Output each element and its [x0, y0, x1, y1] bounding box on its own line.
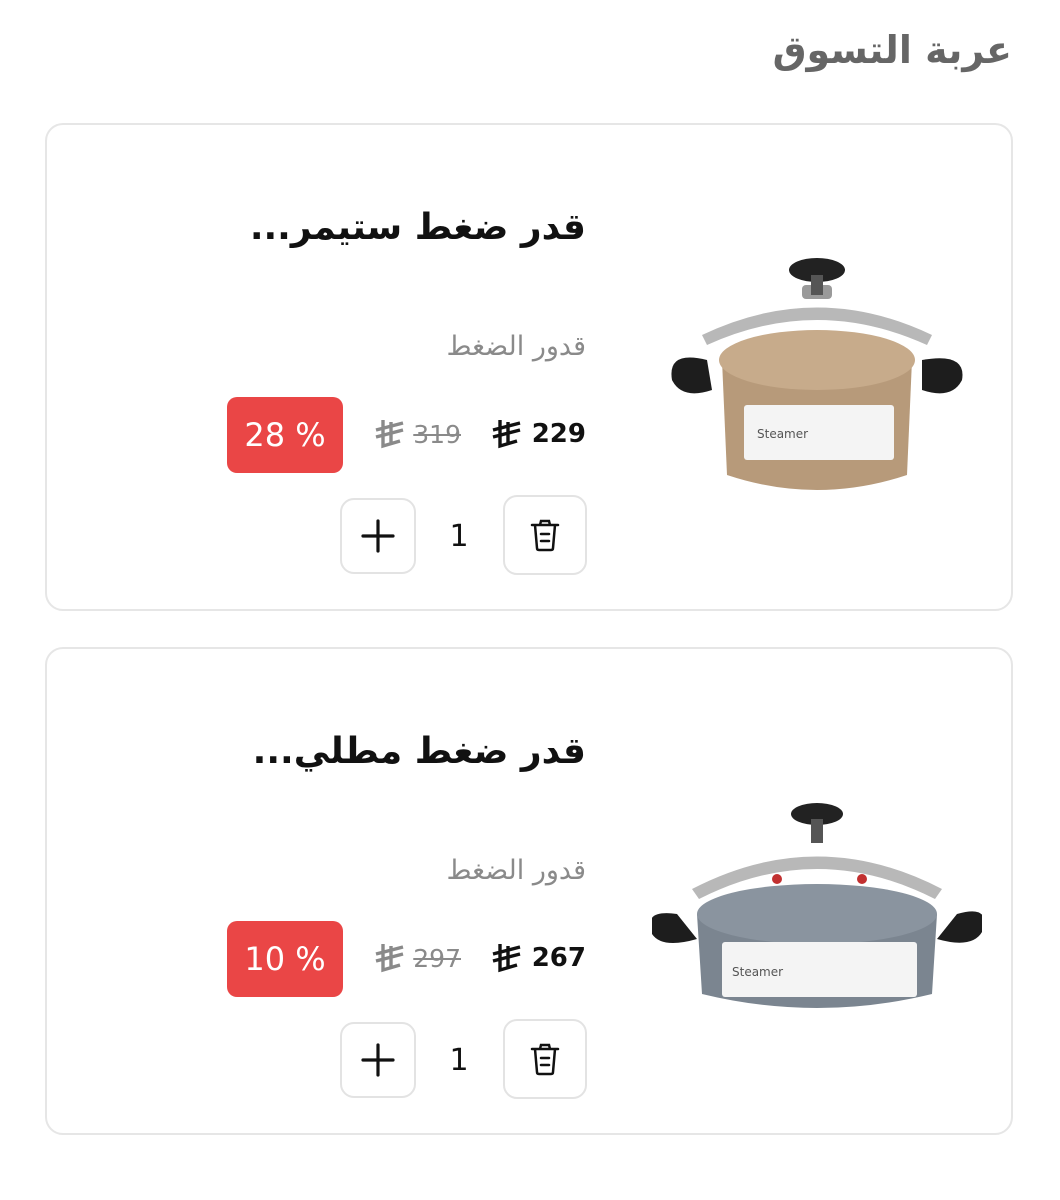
increase-quantity-button[interactable]: [340, 498, 416, 574]
quantity-value: 1: [449, 1043, 469, 1078]
product-category: قدور الضغط: [446, 855, 586, 886]
discount-badge: % 10: [227, 921, 343, 997]
product-title[interactable]: قدر ضغط مطلي...: [253, 731, 586, 772]
image-brand-text: Steamer: [757, 427, 808, 441]
old-price: 319: [373, 418, 461, 450]
product-image[interactable]: Steamer: [652, 240, 982, 510]
delete-button[interactable]: [503, 1019, 587, 1099]
increase-quantity-button[interactable]: [340, 1022, 416, 1098]
product-category: قدور الضغط: [446, 331, 586, 362]
discount-badge: % 28: [227, 397, 343, 473]
riyal-icon: [375, 944, 404, 973]
cart-item-card: Steamer قدر ضغط مطلي... قدور الضغط 267 2…: [45, 647, 1013, 1135]
current-price: 267: [490, 942, 586, 974]
riyal-icon: [375, 420, 404, 449]
current-price-value: 267: [531, 943, 586, 973]
old-price-value: 319: [413, 419, 461, 449]
product-title[interactable]: قدر ضغط ستيمر...: [250, 207, 586, 248]
current-price-value: 229: [531, 419, 586, 449]
riyal-icon: [492, 420, 521, 449]
plus-icon: [361, 519, 395, 553]
image-brand-text: Steamer: [732, 965, 783, 979]
plus-icon: [361, 1043, 395, 1077]
riyal-icon: [492, 944, 521, 973]
old-price: 297: [373, 942, 461, 974]
quantity-value: 1: [449, 519, 469, 554]
old-price-value: 297: [413, 943, 461, 973]
page-title: عربة التسوق: [772, 28, 1012, 72]
trash-icon: [530, 519, 560, 552]
product-image[interactable]: Steamer: [652, 764, 982, 1034]
cart-item-card: Steamer قدر ضغط ستيمر... قدور الضغط 229 …: [45, 123, 1013, 611]
delete-button[interactable]: [503, 495, 587, 575]
trash-icon: [530, 1043, 560, 1076]
current-price: 229: [490, 418, 586, 450]
